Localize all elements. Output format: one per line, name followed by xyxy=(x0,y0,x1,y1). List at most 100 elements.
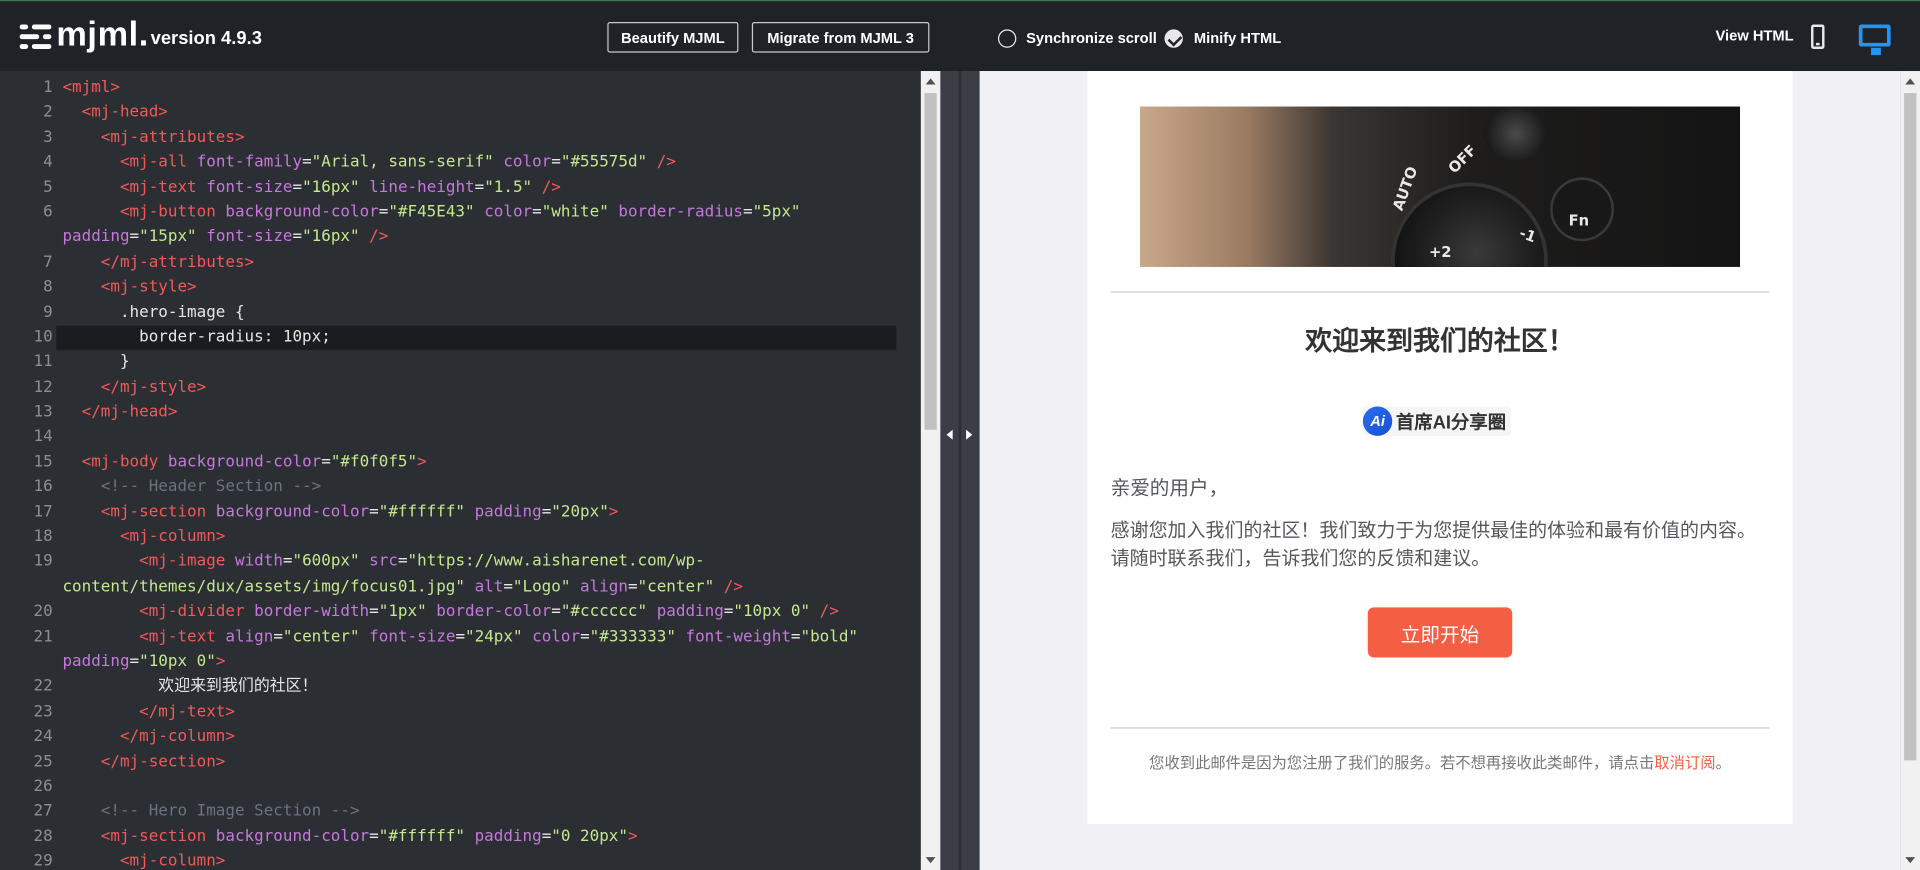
code-line[interactable]: 13 </mj-head> xyxy=(0,401,921,426)
code-text[interactable]: </mj-column> xyxy=(62,725,895,750)
line-number: 20 xyxy=(33,602,53,622)
code-line[interactable]: 2 <mj-head> xyxy=(0,101,921,126)
preview-scroll-thumb[interactable] xyxy=(1904,93,1917,761)
minify-html-checkbox[interactable] xyxy=(1164,29,1183,48)
code-text[interactable]: </mj-style> xyxy=(62,376,895,401)
code-text[interactable]: <mj-style> xyxy=(62,276,895,301)
code-text[interactable]: <mj-column> xyxy=(62,525,895,550)
desktop-icon[interactable] xyxy=(1858,24,1891,56)
code-line[interactable]: 1 <mjml> xyxy=(0,76,921,101)
code-text[interactable]: <mj-all font-family="Arial, sans-serif" … xyxy=(62,151,895,176)
editor-scrollbar[interactable] xyxy=(920,71,941,870)
code-text[interactable]: <mj-text font-size="16px" line-height="1… xyxy=(62,176,895,201)
code-line[interactable]: 11 } xyxy=(0,351,921,376)
brand-ai-icon: Ai xyxy=(1362,406,1393,436)
code-text[interactable]: border-radius: 10px; xyxy=(62,326,895,351)
beautify-mjml-button[interactable]: Beautify MJML xyxy=(607,22,739,53)
code-line[interactable]: 24 </mj-column> xyxy=(0,725,921,750)
line-number: 11 xyxy=(33,353,53,372)
minify-html-label[interactable]: Minify HTML xyxy=(1194,28,1281,48)
code-text[interactable]: <mj-text align="center" font-size="24px"… xyxy=(62,625,895,675)
synchronize-scroll-radio[interactable] xyxy=(997,29,1017,48)
collapse-right-icon[interactable] xyxy=(966,429,973,440)
greeting-text: 亲爱的用户， xyxy=(1110,478,1229,500)
code-text[interactable]: <!-- Hero Image Section --> xyxy=(62,800,895,825)
code-line[interactable]: 22 欢迎来到我们的社区！ xyxy=(0,675,921,700)
code-text[interactable]: .hero-image { xyxy=(62,301,895,326)
synchronize-scroll-label[interactable]: Synchronize scroll xyxy=(1026,28,1157,48)
code-line[interactable]: 20 <mj-divider border-width="1px" border… xyxy=(0,600,921,625)
code-line[interactable]: 12 </mj-style> xyxy=(0,376,921,401)
code-line[interactable]: 23 </mj-text> xyxy=(0,700,921,725)
code-text[interactable]: </mj-head> xyxy=(62,401,895,426)
line-number: 6 xyxy=(43,203,53,222)
code-line[interactable]: 14 xyxy=(0,425,921,450)
collapse-left-icon[interactable] xyxy=(946,429,953,440)
code-line[interactable]: 9 .hero-image { xyxy=(0,301,921,326)
line-number: 4 xyxy=(43,153,53,172)
line-number: 24 xyxy=(33,727,53,746)
code-text[interactable]: <mj-head> xyxy=(62,101,895,126)
code-line[interactable]: 15 <mj-body background-color="#f0f0f5"> xyxy=(0,450,921,475)
code-line[interactable]: 6 <mj-button background-color="#F45E43" … xyxy=(0,201,921,251)
editor-scroll-thumb[interactable] xyxy=(924,93,937,430)
code-line[interactable]: 21 <mj-text align="center" font-size="24… xyxy=(0,625,921,675)
code-lines[interactable]: 1 <mjml> 2 <mj-head> 3 <mj-attributes> 4 <mj… xyxy=(0,76,921,870)
view-html-button[interactable]: View HTML xyxy=(1716,27,1794,44)
code-line[interactable]: 3 <mj-attributes> xyxy=(0,126,921,151)
code-line[interactable]: 26 xyxy=(0,775,921,800)
line-number: 5 xyxy=(43,178,53,197)
line-number: 22 xyxy=(33,677,53,697)
footer-notice: 您收到此邮件是因为您注册了我们的服务。若不想再接收此类邮件，请点击 xyxy=(1149,754,1655,772)
code-text[interactable]: <mj-section background-color="#ffffff" p… xyxy=(62,825,895,850)
line-number: 25 xyxy=(33,752,53,771)
code-text[interactable]: <mj-body background-color="#f0f0f5"> xyxy=(62,450,895,475)
preview-scroll-up-arrow-icon[interactable] xyxy=(1905,78,1916,85)
hero-image: AUTO OFF Fn +2 -1 xyxy=(1140,106,1741,267)
code-editor[interactable]: 1 <mjml> 2 <mj-head> 3 <mj-attributes> 4 <mj… xyxy=(0,71,921,870)
start-now-button[interactable]: 立即开始 xyxy=(1367,607,1513,658)
scroll-up-arrow-icon[interactable] xyxy=(925,78,936,85)
code-text[interactable]: <mj-image width="600px" src="https://www… xyxy=(62,550,895,600)
footer-period: 。 xyxy=(1715,754,1731,772)
code-line[interactable]: 29 <mj-column> xyxy=(0,850,921,870)
line-number: 10 xyxy=(33,328,53,347)
code-line[interactable]: 25 </mj-section> xyxy=(0,750,921,775)
code-line[interactable]: 7 </mj-attributes> xyxy=(0,251,921,276)
code-text[interactable]: 欢迎来到我们的社区！ xyxy=(62,675,895,700)
code-text[interactable]: </mj-text> xyxy=(62,700,895,725)
migrate-mjml3-button[interactable]: Migrate from MJML 3 xyxy=(751,22,930,53)
pane-splitter[interactable] xyxy=(940,71,980,870)
code-line[interactable]: 10 border-radius: 10px; xyxy=(0,325,921,351)
line-number: 15 xyxy=(33,452,53,472)
unsubscribe-link[interactable]: 取消订阅 xyxy=(1654,754,1715,771)
code-line[interactable]: 17 <mj-section background-color="#ffffff… xyxy=(0,500,921,525)
mobile-icon[interactable] xyxy=(1811,24,1825,49)
line-number: 16 xyxy=(33,477,53,497)
line-number: 18 xyxy=(33,527,53,547)
scroll-down-arrow-icon[interactable] xyxy=(925,857,936,864)
code-text[interactable]: </mj-attributes> xyxy=(62,251,895,276)
email-preview: AUTO OFF Fn +2 -1 欢迎来到我们的社区！ Ai 首席AI分享圈 … xyxy=(979,71,1901,870)
version-label: version 4.9.3 xyxy=(150,28,262,49)
code-text[interactable]: <mj-divider border-width="1px" border-co… xyxy=(62,600,895,625)
code-text[interactable]: } xyxy=(62,351,895,376)
code-text[interactable]: <mj-column> xyxy=(62,850,895,870)
code-text[interactable]: </mj-section> xyxy=(62,750,895,775)
preview-scrollbar[interactable] xyxy=(1900,71,1920,870)
code-text[interactable]: <mj-attributes> xyxy=(62,126,895,151)
code-line[interactable]: 8 <mj-style> xyxy=(0,276,921,301)
code-line[interactable]: 18 <mj-column> xyxy=(0,525,921,550)
code-text[interactable]: <mj-button background-color="#F45E43" co… xyxy=(62,201,895,251)
code-line[interactable]: 28 <mj-section background-color="#ffffff… xyxy=(0,825,921,850)
code-line[interactable]: 4 <mj-all font-family="Arial, sans-serif… xyxy=(0,151,921,176)
code-line[interactable]: 27 <!-- Hero Image Section --> xyxy=(0,800,921,825)
code-line[interactable]: 19 <mj-image width="600px" src="https://… xyxy=(0,550,921,600)
code-line[interactable]: 16 <!-- Header Section --> xyxy=(0,475,921,500)
code-text[interactable]: <mjml> xyxy=(62,76,895,101)
code-text[interactable]: <mj-section background-color="#ffffff" p… xyxy=(62,500,895,525)
code-text[interactable]: <!-- Header Section --> xyxy=(62,475,895,500)
code-line[interactable]: 5 <mj-text font-size="16px" line-height=… xyxy=(0,176,921,201)
preview-scroll-down-arrow-icon[interactable] xyxy=(1905,857,1916,864)
header-divider xyxy=(1110,291,1770,293)
